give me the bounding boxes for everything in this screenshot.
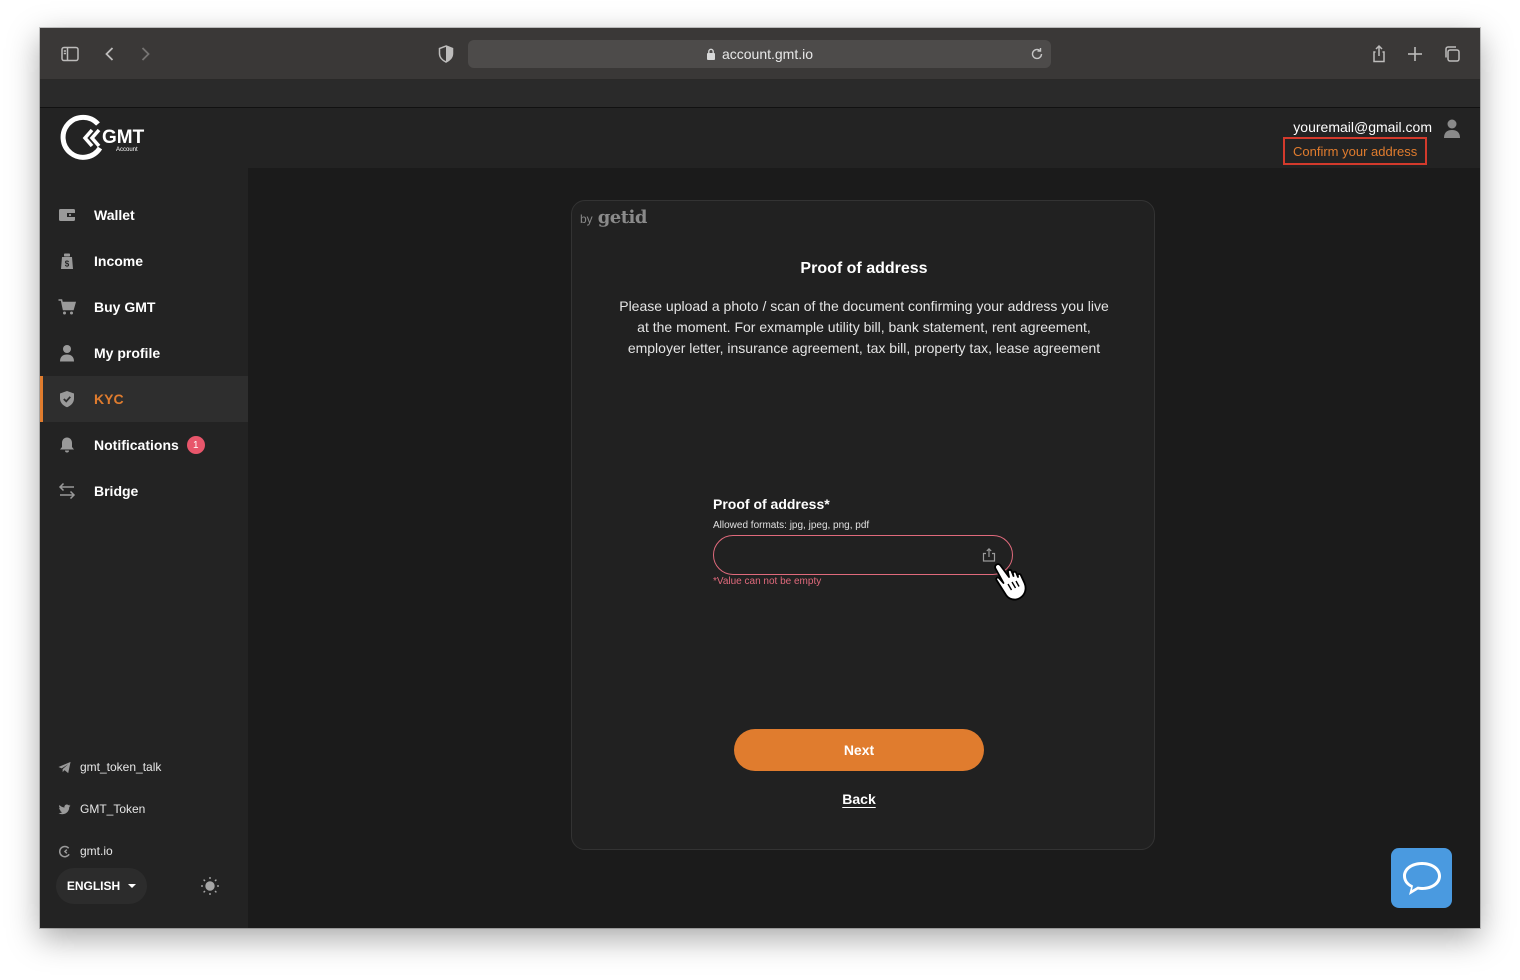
forward-arrow-icon[interactable] <box>133 42 157 66</box>
sidebar-item-income[interactable]: $ Income <box>40 238 248 284</box>
svg-text:$: $ <box>65 260 70 269</box>
address-bar[interactable]: account.gmt.io <box>468 40 1051 68</box>
sidebar-item-bridge[interactable]: Bridge <box>40 468 248 514</box>
twitter-icon <box>58 803 71 814</box>
income-icon: $ <box>58 252 76 270</box>
social-link-twitter[interactable]: GMT_Token <box>58 802 145 816</box>
social-label: gmt_token_talk <box>80 760 162 774</box>
swap-arrows-icon <box>58 482 76 500</box>
back-link[interactable]: Back <box>572 791 1146 807</box>
sidebar-item-label: Buy GMT <box>94 299 156 315</box>
sidebar-item-my-profile[interactable]: My profile <box>40 330 248 376</box>
chat-bubble-icon <box>1402 862 1441 895</box>
privacy-shield-icon[interactable] <box>434 42 458 66</box>
card-description: Please upload a photo / scan of the docu… <box>619 298 1109 356</box>
user-email: youremail@gmail.com <box>1293 119 1432 135</box>
language-label: ENGLISH <box>66 879 121 893</box>
social-link-telegram[interactable]: gmt_token_talk <box>58 760 161 774</box>
chat-widget-button[interactable] <box>1391 848 1452 908</box>
back-arrow-icon[interactable] <box>98 42 122 66</box>
proof-of-address-file-input[interactable] <box>713 535 1013 575</box>
next-button[interactable]: Next <box>734 729 984 771</box>
sidebar-toggle-icon[interactable] <box>58 42 82 66</box>
lock-icon <box>706 48 715 60</box>
svg-text:Account: Account <box>116 147 138 153</box>
main-content: by getid Proof of address Please upload … <box>248 168 1480 928</box>
sidebar-item-label: Wallet <box>94 207 135 223</box>
caret-down-icon <box>128 884 137 888</box>
sun-icon[interactable] <box>200 876 220 896</box>
proof-of-address-label: Proof of address* <box>713 496 830 512</box>
sidebar-item-kyc[interactable]: KYC <box>40 376 248 422</box>
sidebar: Wallet $ Income Buy GMT My profile KYC N… <box>40 168 248 928</box>
browser-toolbar: account.gmt.io <box>40 28 1480 80</box>
svg-text:GMT: GMT <box>102 127 145 148</box>
notification-badge: 1 <box>186 436 205 454</box>
getid-byline: by getid <box>580 207 647 228</box>
tab-overview-icon[interactable] <box>1440 42 1464 66</box>
telegram-icon <box>58 761 71 773</box>
social-link-website[interactable]: gmt.io <box>58 844 113 858</box>
card-title: Proof of address <box>800 260 928 277</box>
app-header: GMT Account youremail@gmail.com Confirm … <box>40 108 1480 168</box>
wallet-icon <box>58 206 76 224</box>
sidebar-item-label: My profile <box>94 345 161 361</box>
shield-check-icon <box>58 390 76 408</box>
gmt-logo[interactable]: GMT Account <box>58 114 158 162</box>
by-label: by <box>580 212 593 226</box>
social-label: gmt.io <box>80 844 113 858</box>
bell-icon <box>58 436 76 454</box>
sidebar-item-notifications[interactable]: Notifications 1 <box>40 422 248 468</box>
gmt-logo-icon <box>58 845 70 857</box>
cart-icon <box>58 298 76 316</box>
favorites-strip <box>40 80 1480 108</box>
language-selector[interactable]: ENGLISH <box>56 868 147 904</box>
url-text: account.gmt.io <box>721 46 814 62</box>
sidebar-item-wallet[interactable]: Wallet <box>40 192 248 238</box>
new-tab-icon[interactable] <box>1403 42 1427 66</box>
kyc-card: by getid Proof of address Please upload … <box>571 200 1155 850</box>
confirm-address-link[interactable]: Confirm your address <box>1283 137 1428 165</box>
user-avatar-icon[interactable] <box>1442 118 1462 140</box>
field-error-message: *Value can not be empty <box>713 576 822 587</box>
social-label: GMT_Token <box>80 802 146 816</box>
share-icon[interactable] <box>1367 42 1391 66</box>
sidebar-item-label: KYC <box>94 391 124 407</box>
browser-window: account.gmt.io GMT Account youremail@gma… <box>40 28 1480 928</box>
hand-pointer-cursor-icon <box>994 563 1027 601</box>
getid-brand: getid <box>597 207 648 228</box>
reload-icon[interactable] <box>1029 46 1045 62</box>
sidebar-item-label: Notifications <box>94 437 179 453</box>
sidebar-item-label: Income <box>94 253 144 269</box>
allowed-formats-hint: Allowed formats: jpg, jpeg, png, pdf <box>713 520 870 531</box>
sidebar-item-buy-gmt[interactable]: Buy GMT <box>40 284 248 330</box>
sidebar-item-label: Bridge <box>94 483 139 499</box>
user-icon <box>58 344 76 362</box>
